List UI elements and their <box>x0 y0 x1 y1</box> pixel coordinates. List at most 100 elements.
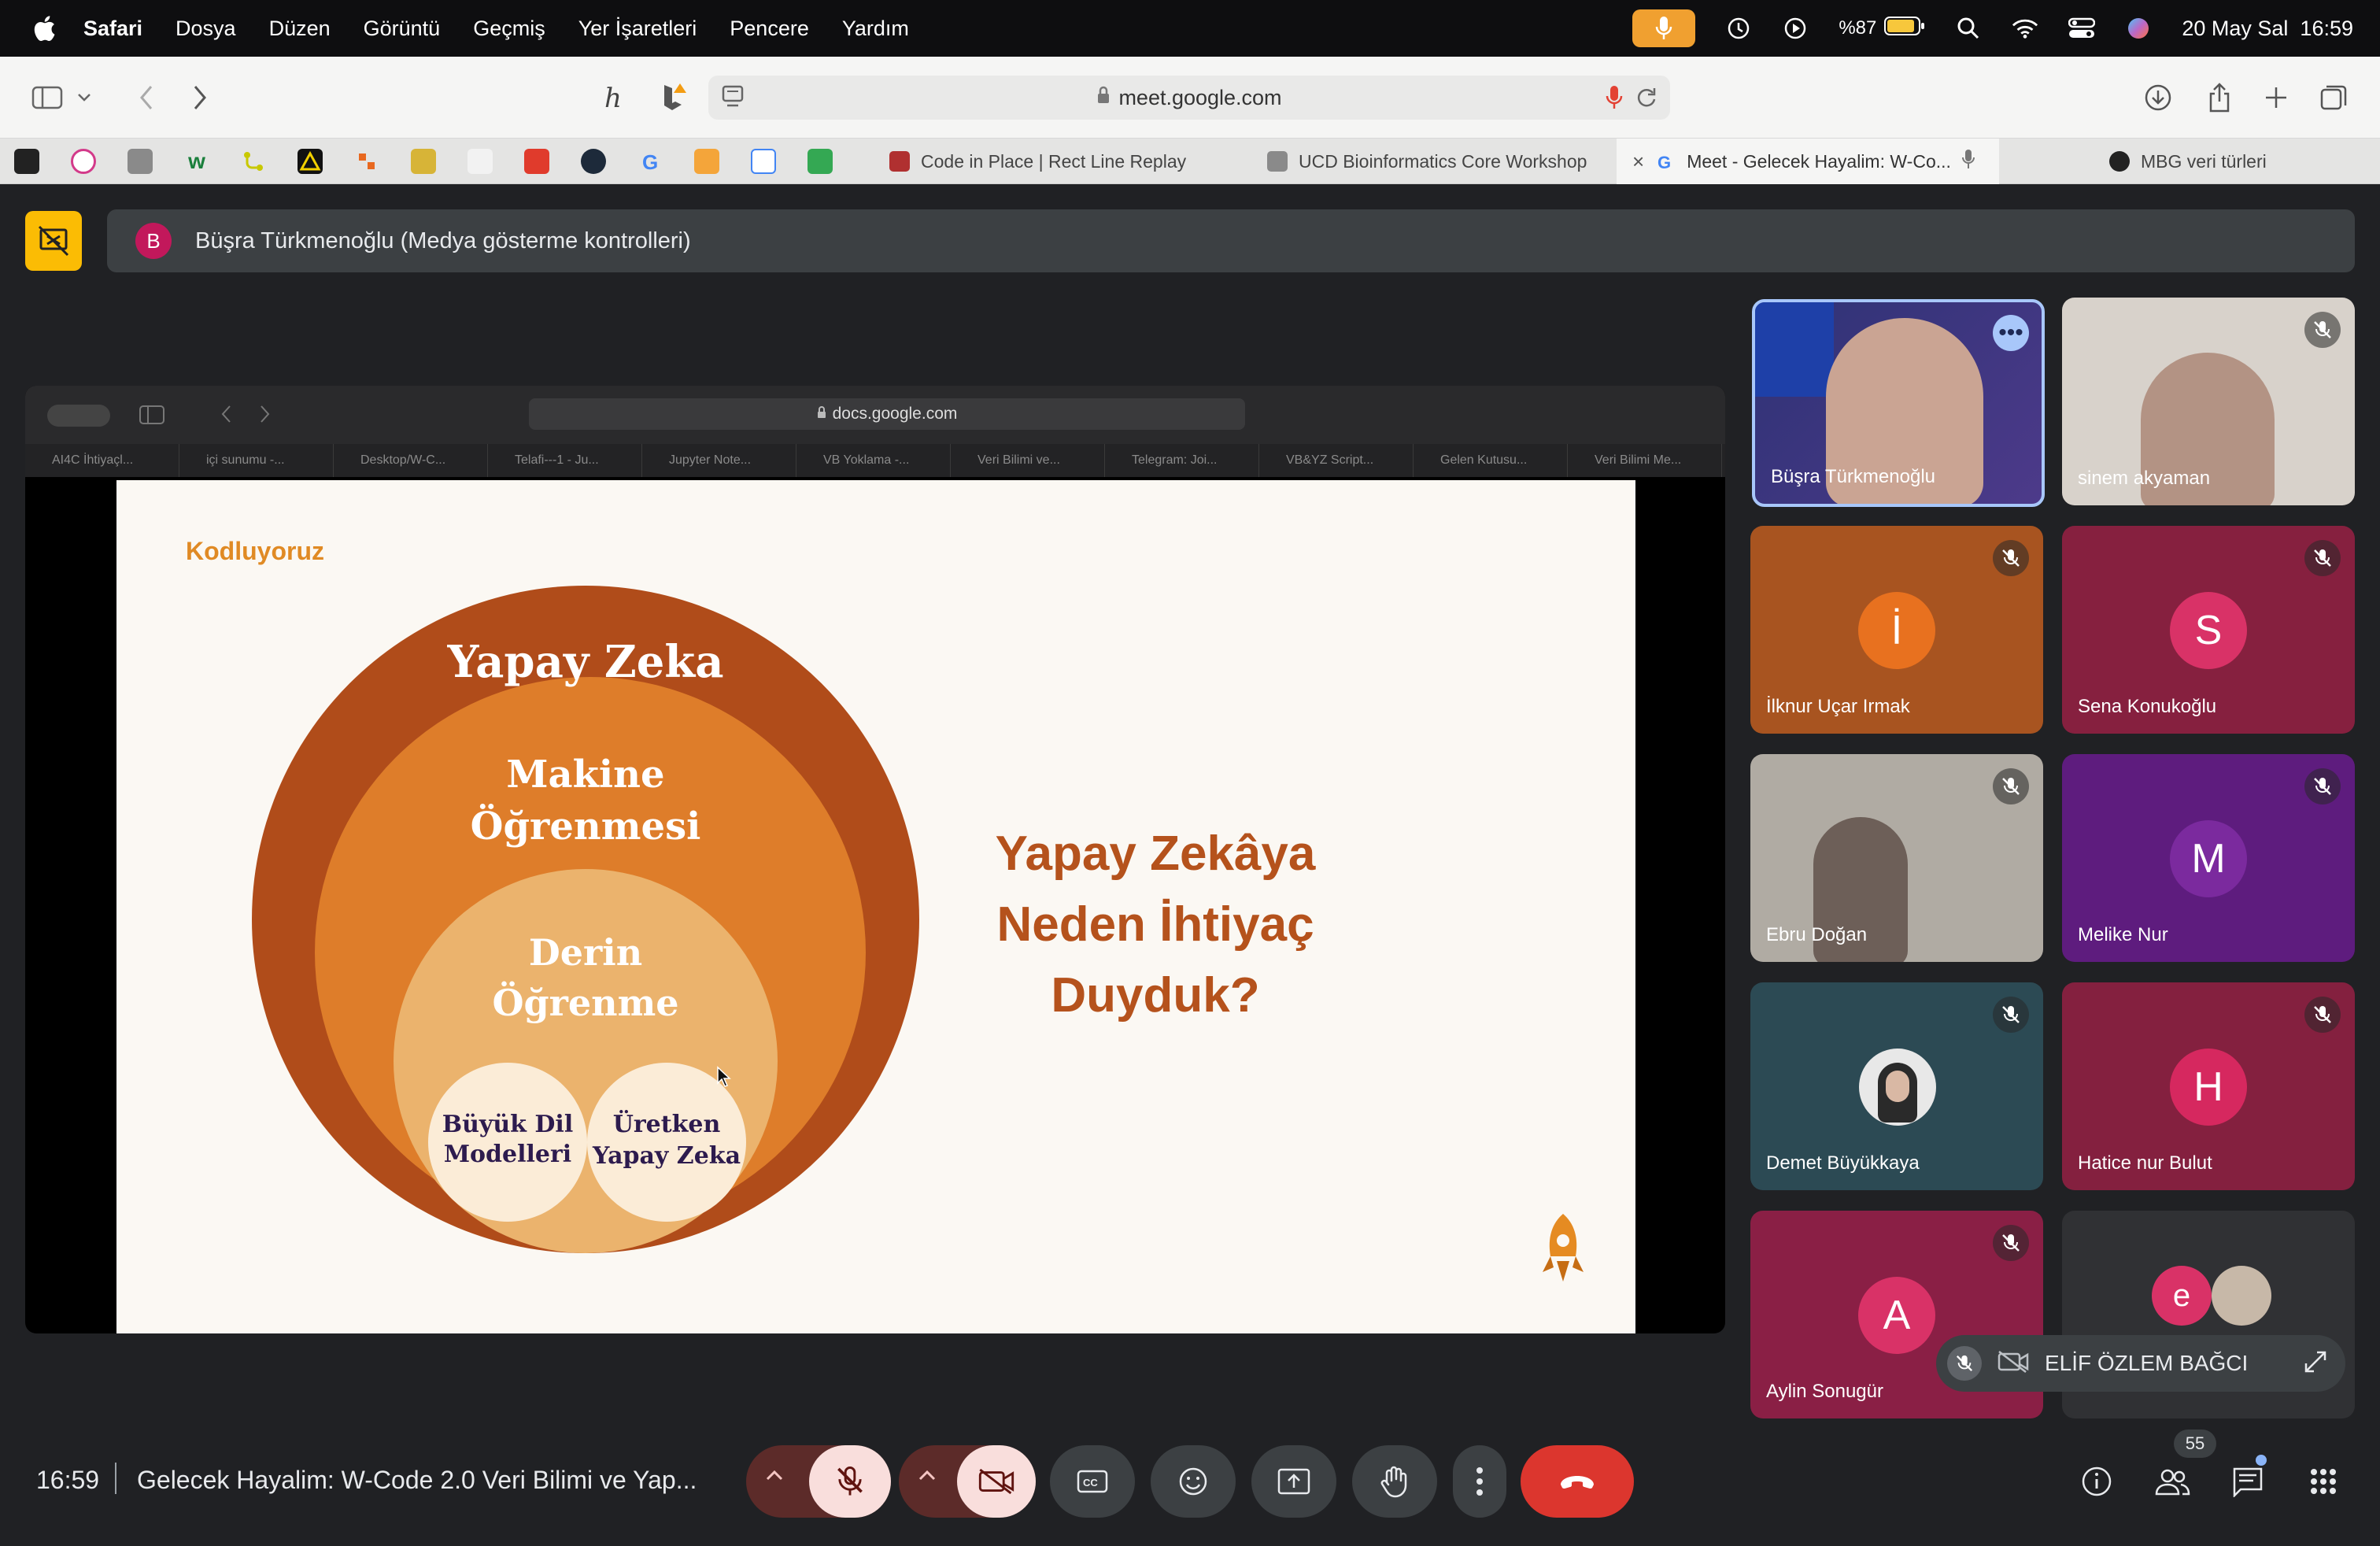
battery-status[interactable]: %87 <box>1839 16 1925 42</box>
address-bar[interactable]: meet.google.com <box>708 76 1670 120</box>
favorite-w-icon[interactable]: w <box>184 149 209 174</box>
extension-bing-icon[interactable] <box>652 77 693 118</box>
downloads-icon[interactable] <box>2138 77 2179 118</box>
participant-tile[interactable]: Demet Büyükkaya <box>1750 982 2043 1190</box>
menu-history[interactable]: Geçmiş <box>473 17 545 41</box>
favorite-calendar-icon[interactable] <box>751 149 776 174</box>
now-playing-icon[interactable] <box>1782 15 1809 42</box>
extension-hypothesis-icon[interactable]: h <box>595 77 636 118</box>
toggle-mic-button[interactable] <box>809 1445 891 1518</box>
present-now-button[interactable] <box>1251 1445 1336 1518</box>
chevron-down-icon[interactable] <box>72 77 96 118</box>
shared-tab: Gelen Kutusu... <box>1414 444 1568 477</box>
tab-mbg-veri-turleri[interactable]: MBG veri türleri <box>2094 139 2380 184</box>
presentation-banner[interactable]: B Büşra Türkmenoğlu (Medya gösterme kont… <box>107 209 2355 272</box>
tab-google-meet[interactable]: × G Meet - Gelecek Hayalim: W-Co... <box>1617 139 1999 184</box>
menu-view[interactable]: Görüntü <box>364 17 441 41</box>
apple-menu-icon[interactable] <box>31 14 57 43</box>
emoji-icon <box>1179 1467 1207 1496</box>
tab-code-in-place[interactable]: Code in Place | Rect Line Replay <box>874 139 1232 184</box>
new-tab-icon[interactable] <box>2256 77 2297 118</box>
menu-bookmarks[interactable]: Yer İşaretleri <box>578 17 697 41</box>
close-tab-icon[interactable]: × <box>1632 150 1644 174</box>
page-menu-icon[interactable] <box>721 83 745 116</box>
self-view-bar[interactable]: ELİF ÖZLEM BAĞCI <box>1936 1335 2345 1392</box>
menu-edit[interactable]: Düzen <box>269 17 331 41</box>
reactions-button[interactable] <box>1151 1445 1236 1518</box>
favorite-sheets-icon[interactable] <box>808 149 833 174</box>
participant-tile[interactable]: İ İlknur Uçar Irmak <box>1750 526 2043 734</box>
favorite-google-icon[interactable]: G <box>638 149 663 174</box>
camera-options-chevron-icon[interactable] <box>918 1469 937 1485</box>
meeting-details-icon[interactable] <box>2078 1463 2116 1500</box>
shared-tab: Desktop/W-C... <box>334 444 488 477</box>
menu-window[interactable]: Pencere <box>730 17 809 41</box>
favorite-plane-icon[interactable] <box>468 149 493 174</box>
tab-mic-icon[interactable] <box>1961 149 1975 174</box>
dl-label-line1: Derin <box>528 931 643 974</box>
forward-icon[interactable] <box>179 77 220 118</box>
favorite-slides-icon[interactable] <box>694 149 719 174</box>
shared-tab: Veri Bilimi ve... <box>951 444 1105 477</box>
favorite-m-icon[interactable] <box>128 149 153 174</box>
siri-icon[interactable] <box>2125 15 2152 42</box>
stop-presentation-icon[interactable] <box>25 211 82 271</box>
wifi-icon[interactable] <box>2012 15 2038 42</box>
menubar-clock[interactable]: 20 May Sal 16:59 <box>2182 17 2353 41</box>
tab-ucd-bioinformatics[interactable]: UCD Bioinformatics Core Workshop <box>1251 139 1617 184</box>
shared-tab: Jupyter Note... <box>642 444 796 477</box>
shared-tab: VB Yoklama -... <box>796 444 951 477</box>
mic-off-icon <box>837 1466 863 1496</box>
time-machine-icon[interactable] <box>1725 15 1752 42</box>
more-options-icon[interactable]: ••• <box>1993 315 2029 351</box>
shared-browser-toolbar: docs.google.com <box>25 386 1725 444</box>
more-vert-icon <box>1476 1467 1483 1496</box>
expand-icon[interactable] <box>2303 1349 2328 1378</box>
favorite-a-icon[interactable] <box>524 149 549 174</box>
self-muted-mic-icon[interactable] <box>1947 1346 1982 1381</box>
control-center-icon[interactable] <box>2068 15 2096 42</box>
participant-tile[interactable]: ••• Büşra Türkmenoğlu <box>1752 299 2045 507</box>
raise-hand-button[interactable] <box>1352 1445 1437 1518</box>
favorite-sk-icon[interactable] <box>581 149 606 174</box>
spotlight-search-icon[interactable] <box>1955 15 1982 42</box>
favorite-tv-icon[interactable] <box>14 149 39 174</box>
sidebar-toggle-icon[interactable] <box>27 77 68 118</box>
self-camera-off-icon[interactable] <box>1998 1350 2029 1378</box>
participant-tile[interactable]: M Melike Nur <box>2062 754 2355 962</box>
svg-text:CC: CC <box>1083 1477 1098 1489</box>
toggle-camera-button[interactable] <box>957 1445 1036 1518</box>
menu-help[interactable]: Yardım <box>842 17 909 41</box>
participant-tile[interactable]: H Hatice nur Bulut <box>2062 982 2355 1190</box>
shared-address-bar: docs.google.com <box>529 398 1245 430</box>
favorite-git-icon[interactable] <box>241 149 266 174</box>
slide-question-line3: Duyduk? <box>1051 967 1260 1023</box>
share-icon[interactable] <box>2199 77 2240 118</box>
activities-grid-icon[interactable] <box>2304 1463 2342 1500</box>
more-options-button[interactable] <box>1453 1445 1506 1518</box>
presentation-banner-text: Büşra Türkmenoğlu (Medya gösterme kontro… <box>195 227 691 253</box>
tab-overview-icon[interactable] <box>2314 77 2355 118</box>
favorite-delta-icon[interactable] <box>298 149 323 174</box>
mic-options-chevron-icon[interactable] <box>765 1469 784 1485</box>
menu-file[interactable]: Dosya <box>176 17 236 41</box>
mic-recording-icon[interactable] <box>1606 85 1623 116</box>
participant-tile[interactable]: Ebru Doğan <box>1750 754 2043 962</box>
microphone-in-use-icon[interactable] <box>1632 9 1696 47</box>
shared-lock-icon <box>817 405 826 423</box>
back-icon[interactable] <box>126 77 167 118</box>
chat-icon[interactable] <box>2229 1463 2267 1500</box>
favorite-compass-icon[interactable] <box>71 149 96 174</box>
self-avatar-initial: e <box>2152 1266 2212 1326</box>
people-icon[interactable] <box>2153 1463 2191 1500</box>
menu-safari[interactable]: Safari <box>83 17 142 41</box>
svg-text:h: h <box>604 83 622 113</box>
participant-tile[interactable]: sinem akyaman <box>2062 298 2355 505</box>
captions-button[interactable]: CC <box>1050 1445 1135 1518</box>
leave-call-button[interactable] <box>1521 1445 1634 1518</box>
reload-icon[interactable] <box>1635 87 1658 114</box>
participant-tile[interactable]: S Sena Konukoğlu <box>2062 526 2355 734</box>
favorite-orange-icon[interactable] <box>354 149 379 174</box>
ai-label: Yapay Zeka <box>447 636 724 688</box>
favorite-seal-icon[interactable] <box>411 149 436 174</box>
